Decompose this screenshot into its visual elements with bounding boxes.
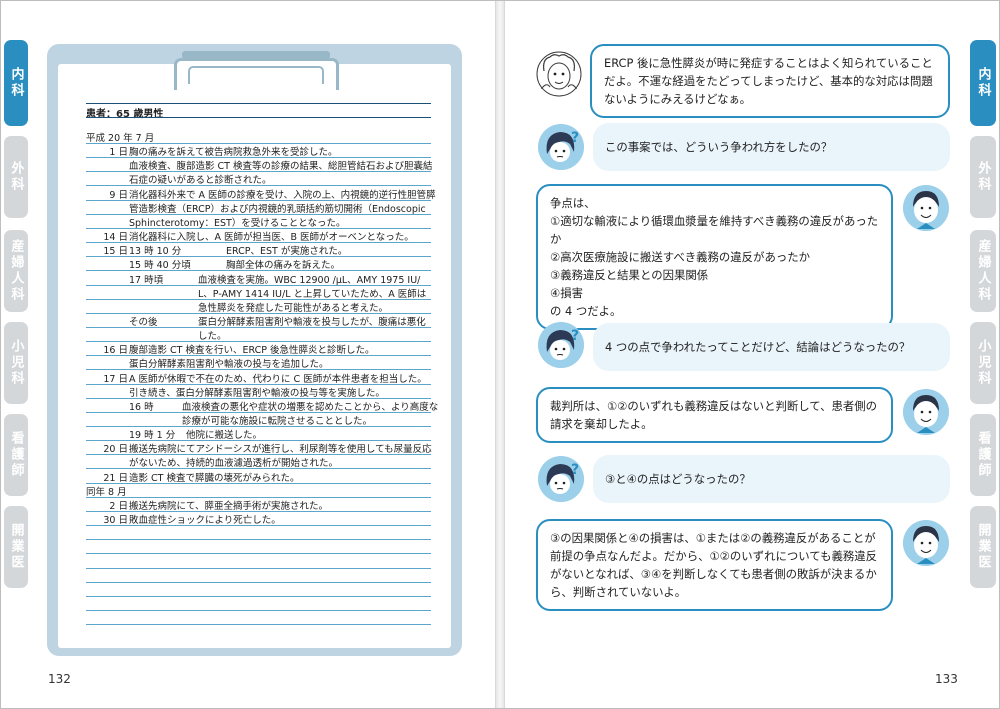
- record-date: 16 日: [103, 345, 128, 357]
- record-text: 血液検査、腹部造影 CT 検査等の診療の結果、総胆管結石および胆嚢結: [129, 161, 433, 173]
- record-text: 敗血症性ショックにより死亡した。: [129, 515, 281, 526]
- header-rule-bottom: [86, 117, 431, 118]
- record-detail: した。: [198, 331, 227, 343]
- record-text: 蛋白分解酵素阻害剤や輸液の投与を追加した。: [129, 359, 329, 371]
- speech-bubble-senior: ERCP 後に急性膵炎が時に発症することはよく知られていることだよ。不運な経過を…: [590, 44, 950, 118]
- record-detail: ERCP、EST が実施された。: [226, 246, 348, 258]
- page-number-left: 132: [48, 672, 71, 686]
- record-date: 同年 8 月: [86, 486, 127, 498]
- speech-bubble-lawyer: ③の因果関係と④の損害は、①または②の義務違反があることが前提の争点なんだよ。だ…: [536, 519, 893, 611]
- speech-text: ③と④の点はどうなったの？: [605, 472, 751, 486]
- record-date: 30 日: [103, 515, 128, 526]
- left-tab-4[interactable]: 看護師: [4, 414, 28, 496]
- ruled-line: [86, 610, 431, 611]
- lawyer-avatar-icon: [903, 389, 949, 435]
- record-date: 20 日: [103, 444, 128, 456]
- clipboard-clip-bar: [182, 51, 330, 59]
- girl-avatar-icon: ?: [538, 456, 584, 502]
- speech-text: 4 つの点で争われたってことだけど、結論はどうなったの？: [605, 340, 911, 354]
- left-tab-5[interactable]: 開業医: [4, 506, 28, 588]
- record-text: その後: [129, 317, 158, 328]
- senior-avatar-icon: [536, 51, 582, 97]
- girl-avatar-icon: ?: [538, 124, 584, 170]
- record-date: 21 日: [103, 472, 128, 484]
- record-text: 造影 CT 検査で膵臓の壊死がみられた。: [129, 472, 300, 484]
- svg-text:?: ?: [571, 130, 579, 146]
- clipboard-clip-inner: [188, 66, 324, 84]
- record-date: 17 日: [103, 373, 128, 385]
- record-detail: 蛋白分解酵素阻害剤や輸液を投与したが、腹痛は悪化: [198, 317, 426, 328]
- book-gutter: [496, 0, 504, 709]
- record-text: 搬送先病院にてアシドーシスが進行し、利尿剤等を使用しても尿量反応: [129, 444, 432, 456]
- speech-text: 裁判所は、①②のいずれも義務違反はないと判断して、患者側の請求を棄却したよ。: [550, 399, 878, 431]
- speech-bubble-girl: ③と④の点はどうなったの？: [593, 455, 950, 503]
- record-detail: 急性膵炎を発症した可能性があると考えた。: [198, 302, 389, 314]
- page-number-right: 133: [935, 672, 958, 686]
- right-tab-4[interactable]: 看護師: [970, 414, 996, 496]
- record-date: 1 日: [109, 147, 128, 159]
- right-tab-2[interactable]: 産婦人科: [970, 230, 996, 312]
- lawyer-avatar-icon: [903, 520, 949, 566]
- record-text: 腹部造影 CT 検査を行い、ERCP 後急性膵炎と診断した。: [129, 345, 375, 357]
- record-date: 2 日: [109, 500, 128, 512]
- ruled-line: [86, 553, 431, 555]
- record-date: 14 日: [103, 232, 128, 244]
- record-text: がないため、持続的血液濾過透析が開始された。: [129, 458, 339, 470]
- record-detail: 診療が可能な施設に転院させることとした。: [182, 416, 373, 427]
- record-text: 消化器科外来で A 医師の診療を受け、入院の上、内視鏡的逆行性胆管膵: [129, 189, 436, 201]
- svg-text:?: ?: [571, 462, 579, 478]
- speech-bubble-lawyer: 争点は、 ①適切な輸液により循環血漿量を維持すべき義務の違反があったか ②高次医…: [536, 184, 893, 330]
- record-text: A 医師が休暇で不在のため、代わりに C 医師が本件患者を担当した。: [129, 373, 427, 385]
- record-date: 15 日: [103, 246, 128, 258]
- right-tab-0[interactable]: 内科: [970, 40, 996, 126]
- record-date: 9 日: [109, 189, 128, 201]
- record-text: 16 時: [129, 401, 154, 413]
- speech-text: ③の因果関係と④の損害は、①または②の義務違反があることが前提の争点なんだよ。だ…: [550, 531, 878, 599]
- record-text: 17 時頃: [129, 274, 164, 286]
- record-detail: 胸部全体の痛みを訴えた。: [226, 260, 341, 272]
- record-text: 13 時 10 分: [129, 246, 182, 258]
- speech-text: 争点は、 ①適切な輸液により循環血漿量を維持すべき義務の違反があったか ②高次医…: [550, 196, 879, 318]
- record-text: 15 時 40 分頃: [129, 260, 191, 272]
- left-tab-2[interactable]: 産婦人科: [4, 230, 28, 312]
- record-text: 19 時 1 分: [129, 430, 176, 442]
- ruled-line: [86, 595, 431, 597]
- speech-bubble-girl: 4 つの点で争われたってことだけど、結論はどうなったの？: [593, 323, 950, 371]
- speech-bubble-lawyer: 裁判所は、①②のいずれも義務違反はないと判断して、患者側の請求を棄却したよ。: [536, 387, 893, 443]
- speech-bubble-girl: この事案では、どういう争われ方をしたの？: [593, 123, 950, 171]
- lawyer-avatar-icon: [903, 185, 949, 231]
- ruled-line: [86, 567, 431, 569]
- record-detail: 血液検査の悪化や症状の増悪を認めたことから、より高度な: [182, 401, 439, 413]
- ruled-line: [86, 539, 431, 541]
- record-detail: 他院に搬送した。: [186, 430, 263, 442]
- right-tab-1[interactable]: 外科: [970, 136, 996, 218]
- record-text: 消化器科に入院し、A 医師が担当医、B 医師がオーベンとなった。: [129, 232, 414, 244]
- record-text: Sphincterotomy：EST）を受けることとなった。: [129, 217, 346, 229]
- left-tab-0[interactable]: 内科: [4, 40, 28, 126]
- left-tab-3[interactable]: 小児科: [4, 322, 28, 404]
- record-text: 管造影検査（ERCP）および内視鏡的乳頭括約筋切開術（Endoscopic: [129, 203, 426, 215]
- left-tab-1[interactable]: 外科: [4, 136, 28, 218]
- record-detail: 血液検査を実施。WBC 12900 /μL、AMY 1975 IU/: [198, 274, 421, 286]
- record-text: 搬送先病院にて、膵亜全摘手術が実施された。: [129, 500, 329, 512]
- record-detail: L、P-AMY 1414 IU/L と上昇していたため、A 医師は: [198, 288, 427, 300]
- svg-text:?: ?: [571, 328, 579, 344]
- speech-text: この事案では、どういう争われ方をしたの？: [605, 140, 833, 154]
- girl-avatar-icon: ?: [538, 322, 584, 368]
- record-text: 引き続き、蛋白分解酵素阻害剤や輸液の投与等を実施した。: [129, 387, 385, 399]
- ruled-line: [86, 581, 431, 583]
- record-text: 石症の疑いがあると診断された。: [129, 175, 272, 187]
- record-text: 胸の痛みを訴えて被告病院救急外来を受診した。: [129, 147, 338, 159]
- right-tab-3[interactable]: 小児科: [970, 322, 996, 404]
- header-rule-top: [86, 103, 431, 104]
- speech-text: ERCP 後に急性膵炎が時に発症することはよく知られていることだよ。不運な経過を…: [604, 56, 933, 106]
- record-date: 平成 20 年 7 月: [86, 133, 155, 144]
- right-tab-5[interactable]: 開業医: [970, 506, 996, 588]
- ruled-line: [86, 624, 431, 626]
